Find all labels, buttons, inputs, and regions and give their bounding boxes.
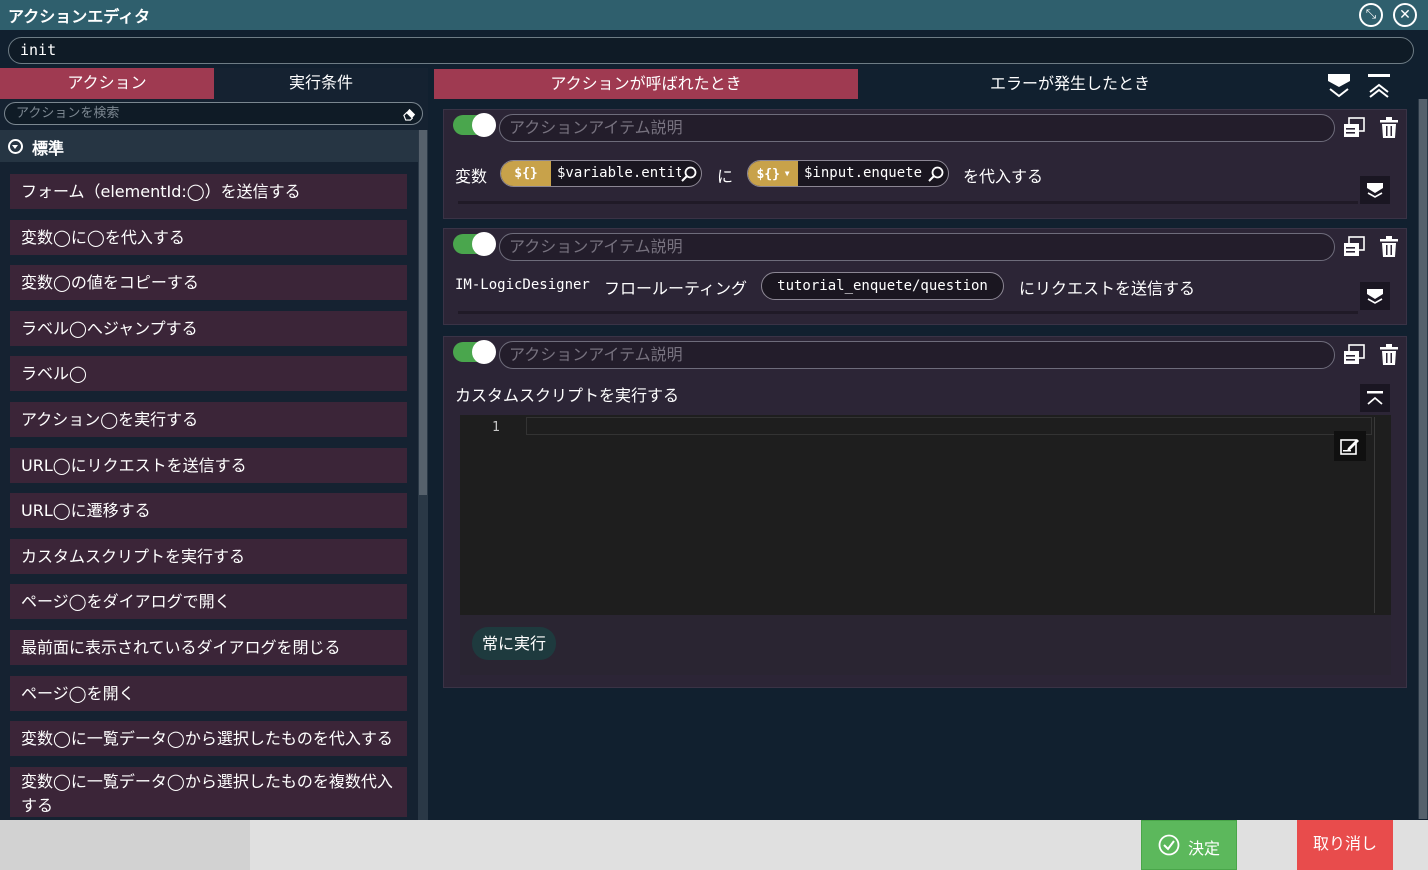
routing-suffix: にリクエストを送信する (1019, 279, 1196, 298)
divider (458, 311, 1358, 314)
list-item[interactable]: 変数◯に一覧データ◯から選択したものを代入する (10, 721, 407, 756)
chevron-down-icon: ▼ (779, 169, 790, 178)
action-name-input[interactable]: init (8, 37, 1414, 64)
chevron-down-icon (8, 139, 23, 154)
action-card-custom-script: アクションアイテム説明 カスタムスクリプトを実行する 1 常に実行 (443, 336, 1407, 688)
target-variable-field[interactable]: ${} $variable.entity (500, 160, 702, 187)
chevron-down-icon (1367, 183, 1383, 198)
enable-toggle[interactable] (453, 232, 496, 256)
condition-badge[interactable]: 常に実行 (472, 627, 557, 660)
list-item[interactable]: アクション◯を実行する (10, 402, 407, 437)
eraser-icon[interactable] (402, 106, 417, 121)
description-input[interactable]: アクションアイテム説明 (499, 341, 1335, 369)
divider (458, 201, 1358, 204)
list-item[interactable]: 最前面に表示されているダイアログを閉じる (10, 630, 407, 665)
footer: 決定 取り消し (0, 820, 1428, 870)
trash-icon[interactable] (1379, 236, 1399, 258)
custom-script-title: カスタムスクリプトを実行する (455, 386, 680, 405)
right-scrollbar[interactable] (1418, 99, 1428, 819)
title-bar: アクションエディタ ⤡ ✕ (0, 0, 1428, 30)
list-item[interactable]: ページ◯をダイアログで開く (10, 584, 407, 619)
search-placeholder: アクションを検索 (16, 106, 120, 121)
expand-card-button[interactable] (1360, 176, 1390, 204)
tab-conditions[interactable]: 実行条件 (214, 68, 428, 99)
enable-toggle[interactable] (453, 113, 496, 137)
assign-suffix: を代入する (963, 167, 1044, 186)
assign-connector: に (717, 167, 734, 186)
trash-icon[interactable] (1379, 117, 1399, 139)
edit-icon (1340, 439, 1359, 455)
routing-field[interactable]: tutorial_enquete/question (761, 272, 1004, 300)
expression-badge[interactable]: ${} (501, 161, 551, 186)
list-item[interactable]: フォーム（elementId:◯）を送信する (10, 174, 407, 209)
source-variable-value: $input.enquete (804, 165, 923, 181)
list-item[interactable]: ページ◯を開く (10, 676, 407, 711)
chevron-down-icon (1367, 289, 1383, 304)
collapse-card-button[interactable] (1360, 384, 1390, 412)
line-number: 1 (492, 420, 500, 435)
left-scrollbar[interactable] (418, 130, 428, 820)
chevron-up-icon (1367, 391, 1383, 405)
cancel-button[interactable]: 取り消し (1297, 820, 1393, 870)
list-item[interactable]: ラベル◯ (10, 356, 407, 391)
tab-on-error[interactable]: エラーが発生したとき (858, 69, 1282, 99)
right-tabs: アクションが呼ばれたとき エラーが発生したとき (434, 69, 1428, 99)
duplicate-icon[interactable] (1343, 117, 1365, 139)
toggle-knob (472, 340, 496, 364)
trash-icon[interactable] (1379, 344, 1399, 366)
source-variable-field[interactable]: ${} ▼ $input.enquete (747, 160, 949, 187)
toggle-knob (472, 113, 496, 137)
action-card-logic-routing: アクションアイテム説明 IM-LogicDesigner フロールーティング t… (443, 228, 1407, 325)
left-scroll-thumb[interactable] (419, 130, 427, 495)
list-item[interactable]: URL◯にリクエストを送信する (10, 448, 407, 483)
list-item[interactable]: URL◯に遷移する (10, 493, 407, 528)
condition-row: 常に実行 (460, 615, 1391, 675)
list-item[interactable]: 変数◯の値をコピーする (10, 265, 407, 300)
logic-designer-label: IM-LogicDesigner (455, 277, 590, 293)
toggle-knob (472, 232, 496, 256)
check-circle-icon (1158, 834, 1180, 856)
script-editor[interactable]: 1 (460, 415, 1391, 615)
ok-label: 決定 (1188, 839, 1221, 858)
expand-card-button[interactable] (1360, 282, 1390, 310)
duplicate-icon[interactable] (1343, 236, 1365, 258)
ok-button[interactable]: 決定 (1141, 820, 1237, 870)
duplicate-icon[interactable] (1343, 344, 1365, 366)
shrink-icon[interactable]: ⤡ (1359, 3, 1383, 27)
tab-actions[interactable]: アクション (0, 68, 214, 99)
tab-on-call[interactable]: アクションが呼ばれたとき (434, 69, 858, 99)
editor-scrollbar[interactable] (1374, 417, 1388, 613)
description-input[interactable]: アクションアイテム説明 (499, 233, 1335, 261)
assign-prefix: 変数 (455, 167, 488, 186)
close-icon[interactable]: ✕ (1393, 3, 1417, 27)
footer-left-area (0, 820, 250, 870)
group-standard[interactable]: 標準 (0, 130, 418, 162)
search-icon[interactable] (681, 166, 697, 182)
window-title: アクションエディタ (8, 7, 151, 26)
current-line[interactable] (526, 417, 1372, 435)
open-editor-button[interactable] (1334, 431, 1366, 461)
enable-toggle[interactable] (453, 340, 496, 364)
right-scroll-thumb[interactable] (1419, 99, 1427, 819)
list-item[interactable]: カスタムスクリプトを実行する (10, 539, 407, 574)
list-item[interactable]: 変数◯に一覧データ◯から選択したものを複数代入する (10, 767, 407, 817)
left-panel: アクション 実行条件 アクションを検索 標準 フォーム（elementId:◯）… (0, 68, 428, 820)
list-item[interactable]: 変数◯に◯を代入する (10, 220, 407, 255)
target-variable-value: $variable.entity (557, 165, 681, 181)
expression-badge-dropdown[interactable]: ${} ▼ (748, 161, 798, 186)
description-input[interactable]: アクションアイテム説明 (499, 114, 1335, 142)
flow-routing-label: フロールーティング (604, 279, 748, 298)
collapse-all-icon[interactable] (1367, 72, 1391, 98)
expression-badge-label: ${} (756, 167, 780, 182)
search-icon[interactable] (928, 166, 944, 182)
group-label: 標準 (32, 139, 65, 158)
action-card-assign: アクションアイテム説明 変数 ${} $variable.entity に ${… (443, 109, 1407, 219)
expand-all-icon[interactable] (1327, 72, 1351, 98)
list-item[interactable]: ラベル◯へジャンプする (10, 311, 407, 346)
action-search-input[interactable]: アクションを検索 (4, 102, 423, 125)
